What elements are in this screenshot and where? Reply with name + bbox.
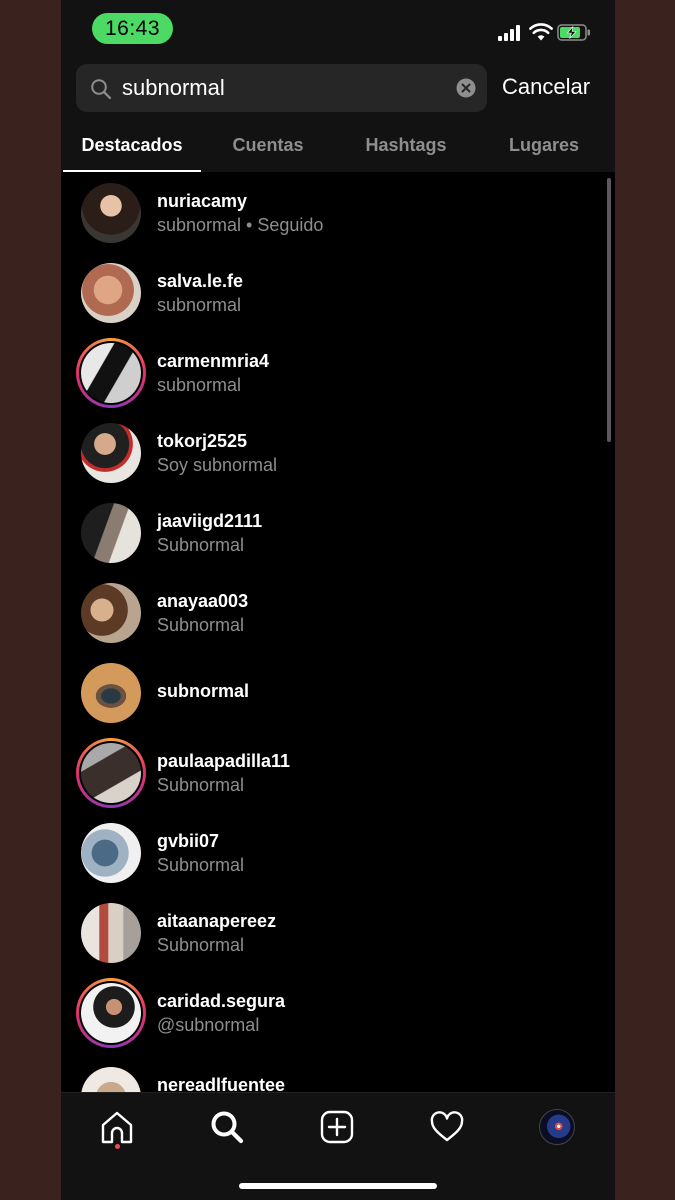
search-results-list[interactable]: nuriacamy subnormal • Seguido salva.le.f… [61, 172, 615, 1092]
result-username: salva.le.fe [157, 271, 244, 291]
avatar [81, 663, 141, 723]
avatar [81, 423, 141, 483]
status-time[interactable]: 16:43 [92, 13, 173, 44]
result-subtitle: subnormal [157, 295, 242, 315]
search-icon[interactable] [209, 1109, 245, 1145]
notification-dot [115, 1144, 120, 1149]
result-username: nereadlfuentee [157, 1075, 286, 1092]
profile-avatar[interactable] [539, 1109, 575, 1145]
result-username: jaaviigd2111 [157, 511, 263, 531]
search-query-text[interactable]: subnormal [122, 64, 225, 112]
result-username: aitaanapereez [157, 911, 277, 931]
result-username: subnormal [157, 681, 250, 701]
result-username: anayaa003 [157, 591, 249, 611]
result-username: caridad.segura [157, 991, 286, 1011]
avatar [81, 743, 141, 803]
cellular-signal-icon [498, 24, 524, 41]
avatar [81, 1067, 141, 1092]
search-tabs: Destacados Cuentas Hashtags Lugares [61, 128, 615, 172]
list-item[interactable]: jaaviigd2111 Subnormal [61, 492, 615, 572]
result-subtitle: Subnormal [157, 935, 245, 955]
avatar [81, 583, 141, 643]
result-username: carmenmria4 [157, 351, 270, 371]
scrollbar[interactable] [607, 178, 611, 442]
wifi-icon [529, 23, 553, 41]
avatar [81, 263, 141, 323]
result-subtitle: subnormal [157, 375, 242, 395]
avatar [81, 823, 141, 883]
avatar [81, 183, 141, 243]
result-subtitle: Subnormal [157, 535, 245, 555]
result-subtitle: Soy subnormal [157, 455, 278, 475]
search-icon [91, 79, 112, 100]
list-item[interactable]: salva.le.fe subnormal [61, 252, 615, 332]
tab-lugares[interactable]: Lugares [474, 128, 614, 172]
list-item[interactable]: caridad.segura @subnormal [61, 972, 615, 1052]
bottom-nav-bar [61, 1092, 615, 1200]
home-icon[interactable] [99, 1109, 135, 1145]
top-bar: 16:43 subnormal Cancelar Destacados Cuen… [61, 0, 615, 172]
list-item[interactable]: tokorj2525 Soy subnormal [61, 412, 615, 492]
list-item[interactable]: gvbii07 Subnormal [61, 812, 615, 892]
result-username: gvbii07 [157, 831, 220, 851]
result-subtitle: Subnormal [157, 615, 245, 635]
result-subtitle: Subnormal [157, 775, 245, 795]
list-item[interactable]: aitaanapereez Subnormal [61, 892, 615, 972]
avatar [81, 903, 141, 963]
result-subtitle: subnormal • Seguido [157, 215, 324, 235]
tab-hashtags[interactable]: Hashtags [336, 128, 476, 172]
result-username: paulaapadilla11 [157, 751, 291, 771]
search-input[interactable]: subnormal [76, 64, 487, 112]
list-item[interactable]: paulaapadilla11 Subnormal [61, 732, 615, 812]
cancel-button[interactable]: Cancelar [502, 74, 590, 100]
list-item[interactable]: anayaa003 Subnormal [61, 572, 615, 652]
phone-screen: 16:43 subnormal Cancelar Destacados Cuen… [61, 0, 615, 1200]
list-item[interactable]: subnormal [61, 652, 615, 732]
add-post-icon[interactable] [319, 1109, 355, 1145]
heart-icon[interactable] [429, 1109, 465, 1145]
list-item[interactable]: nereadlfuentee [61, 1052, 615, 1092]
tab-cuentas[interactable]: Cuentas [198, 128, 338, 172]
avatar [81, 343, 141, 403]
home-indicator[interactable] [239, 1183, 437, 1189]
result-subtitle: Subnormal [157, 855, 245, 875]
battery-charging-icon [557, 24, 590, 41]
avatar [81, 503, 141, 563]
clear-search-icon[interactable] [456, 78, 476, 98]
result-username: tokorj2525 [157, 431, 248, 451]
result-username: nuriacamy [157, 191, 248, 211]
list-item[interactable]: carmenmria4 subnormal [61, 332, 615, 412]
avatar [81, 983, 141, 1043]
list-item[interactable]: nuriacamy subnormal • Seguido [61, 172, 615, 252]
result-subtitle: @subnormal [157, 1015, 260, 1035]
tab-destacados[interactable]: Destacados [61, 128, 203, 172]
